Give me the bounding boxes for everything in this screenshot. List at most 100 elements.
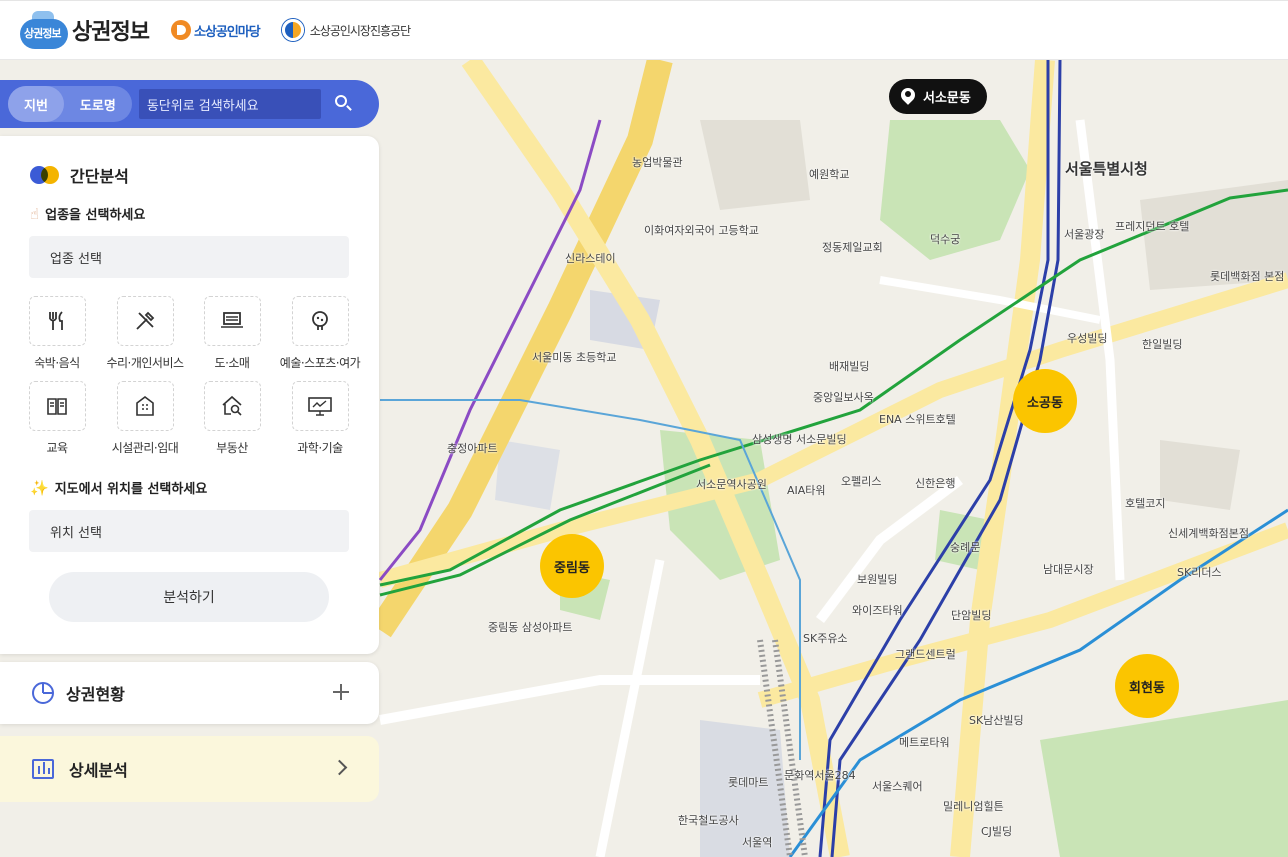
map-label-opelis: 오펠리스	[841, 475, 882, 488]
search-icon	[334, 95, 347, 107]
sparkle-icon: ✨	[30, 478, 49, 497]
panel-header: 간단분석	[30, 163, 129, 187]
search-bar: 지번 도로명 동단위로 검색하세요	[0, 80, 379, 128]
current-location-label: 서소문동	[923, 91, 971, 106]
category-retail[interactable]: 도·소매	[186, 296, 278, 371]
simple-analysis-panel: 간단분석 ☝ 업종을 선택하세요 업종 선택 숙박·음식 수리·개인서비스 도·…	[0, 136, 379, 654]
map-label-cityhall: 서울특별시청	[1065, 160, 1148, 178]
partner2-label: 소상공인시장진흥공단	[309, 23, 411, 38]
map-label-plaza: 서울광장	[1064, 228, 1105, 241]
detail-card-title: 상세분석	[69, 761, 128, 780]
tools-icon	[116, 296, 174, 346]
map-label-seosomun-park: 서소문역사공원	[696, 478, 767, 491]
analyze-button[interactable]: 분석하기	[49, 572, 329, 622]
category-education[interactable]: 교육	[11, 381, 103, 456]
tab-jibun[interactable]: 지번	[8, 86, 64, 122]
bar-chart-icon	[32, 759, 54, 779]
map-label-apt: 중림동 삼성아파트	[488, 621, 573, 634]
search-input[interactable]: 동단위로 검색하세요	[138, 89, 321, 119]
map-label-shinhan: 신한은행	[915, 477, 956, 490]
map-label-deoksugung: 덕수궁	[930, 233, 961, 246]
map-label-wise: 와이즈타워	[852, 604, 903, 617]
category-repair-service[interactable]: 수리·개인서비스	[99, 296, 191, 371]
map-label-aia: AIA타워	[787, 484, 826, 497]
chevron-right-icon[interactable]	[331, 759, 348, 776]
utensils-icon	[28, 296, 86, 346]
map-label-korail: 한국철도공사	[678, 814, 739, 827]
map-label-sungnyemun: 숭례문	[950, 541, 981, 554]
map-label-seoulsquare: 서울스퀘어	[872, 780, 923, 793]
pie-chart-icon	[32, 682, 54, 704]
search-icon-handle	[345, 105, 352, 111]
monitor-icon	[291, 381, 349, 431]
dong-bubble-jungnim[interactable]: 중림동	[540, 534, 604, 598]
map-label-ewha: 이화여자외국어 고등학교	[644, 224, 759, 237]
category-label: 예술·스포츠·여가	[279, 356, 361, 370]
map-label-danam: 단암빌딩	[951, 609, 992, 622]
panel-title: 간단분석	[70, 167, 129, 186]
plus-icon[interactable]	[333, 684, 349, 700]
map-label-lottemart: 롯데마트	[728, 776, 769, 789]
location-prompt-text: 지도에서 위치를 선택하세요	[54, 482, 208, 497]
app-header: 상권정보 상권정보 소상공인마당 소상공인시장진흥공단	[0, 0, 1288, 60]
map-label-cj: CJ빌딩	[981, 825, 1013, 838]
category-real-estate[interactable]: 부동산	[186, 381, 278, 456]
register-icon	[203, 296, 261, 346]
map-label-metro: 메트로타워	[899, 736, 950, 749]
current-location-pill[interactable]: 서소문동	[889, 79, 987, 114]
partner-link-semas[interactable]: 소상공인시장진흥공단	[281, 19, 411, 41]
map-label-sknamsan: SK남산빌딩	[969, 714, 1024, 727]
tab-road-name[interactable]: 도로명	[64, 86, 132, 122]
map-label-ena: ENA 스위트호텔	[879, 413, 956, 426]
category-label: 시설관리·임대	[111, 441, 179, 455]
location-prompt: ✨ 지도에서 위치를 선택하세요	[30, 478, 208, 498]
location-select[interactable]: 위치 선택	[29, 510, 349, 552]
search-button[interactable]	[329, 89, 359, 119]
map-label-namdaemun: 남대문시장	[1043, 563, 1094, 576]
category-facility[interactable]: 시설관리·임대	[99, 381, 191, 456]
map-label-samsung: 삼성생명 서소문빌딩	[752, 433, 847, 446]
building-icon	[116, 381, 174, 431]
site-logo[interactable]: 상권정보	[18, 9, 68, 51]
map-label-hotelcozy: 호텔코지	[1125, 497, 1166, 510]
partner1-label: 소상공인마당	[193, 24, 261, 40]
industry-select[interactable]: 업종 선택	[29, 236, 349, 278]
map-label-lotte: 롯데백화점 본점	[1210, 270, 1285, 283]
address-type-toggle: 지번 도로명	[8, 86, 132, 122]
category-label: 도·소매	[214, 356, 250, 370]
map-label-shinsegae: 신세계백화점본점	[1168, 527, 1249, 540]
map-label-baejae: 배재빌딩	[829, 360, 870, 373]
category-science-tech[interactable]: 과학·기술	[274, 381, 366, 456]
map-label-sk-gas: SK주유소	[803, 632, 848, 645]
category-label: 교육	[46, 441, 68, 455]
industry-prompt-text: 업종을 선택하세요	[45, 208, 146, 223]
map-label-chungjeong: 충정아파트	[447, 442, 498, 455]
map-label-skleaders: SK리더스	[1177, 566, 1222, 579]
map-pin-icon	[901, 88, 915, 106]
category-arts-sports[interactable]: 예술·스포츠·여가	[274, 296, 366, 371]
map-label-hanil: 한일빌딩	[1142, 338, 1183, 351]
partner-link-sbiz[interactable]: 소상공인마당	[170, 20, 261, 40]
site-title[interactable]: 상권정보	[72, 14, 150, 46]
pointing-hand-icon: ☝	[30, 204, 40, 223]
map-label-agri: 농업박물관	[632, 156, 683, 169]
category-label: 부동산	[216, 441, 248, 455]
map-label-woosung: 우성빌딩	[1067, 332, 1108, 345]
map-label-hotel: 프레지던트 호텔	[1115, 220, 1190, 233]
map-label-yewon: 예원학교	[809, 168, 850, 181]
sbiz-logo-icon	[170, 20, 191, 40]
map-label-joongang: 중앙일보사옥	[813, 391, 874, 404]
book-icon	[28, 381, 86, 431]
art-icon	[291, 296, 349, 346]
dong-bubble-sogong[interactable]: 소공동	[1013, 369, 1077, 433]
status-card[interactable]: 상권현황	[0, 662, 379, 724]
map-label-shilla: 신라스테이	[565, 252, 616, 265]
map-label-grand: 그랜드센트럴	[895, 648, 956, 661]
house-search-icon	[203, 381, 261, 431]
detail-analysis-card[interactable]: 상세분석	[0, 736, 379, 802]
map-label-bowon: 보원빌딩	[857, 573, 898, 586]
dong-bubble-hoehyeon[interactable]: 회현동	[1115, 654, 1179, 718]
analysis-dots-icon	[30, 166, 60, 184]
category-label: 수리·개인서비스	[106, 356, 184, 370]
category-food-lodging[interactable]: 숙박·음식	[11, 296, 103, 371]
